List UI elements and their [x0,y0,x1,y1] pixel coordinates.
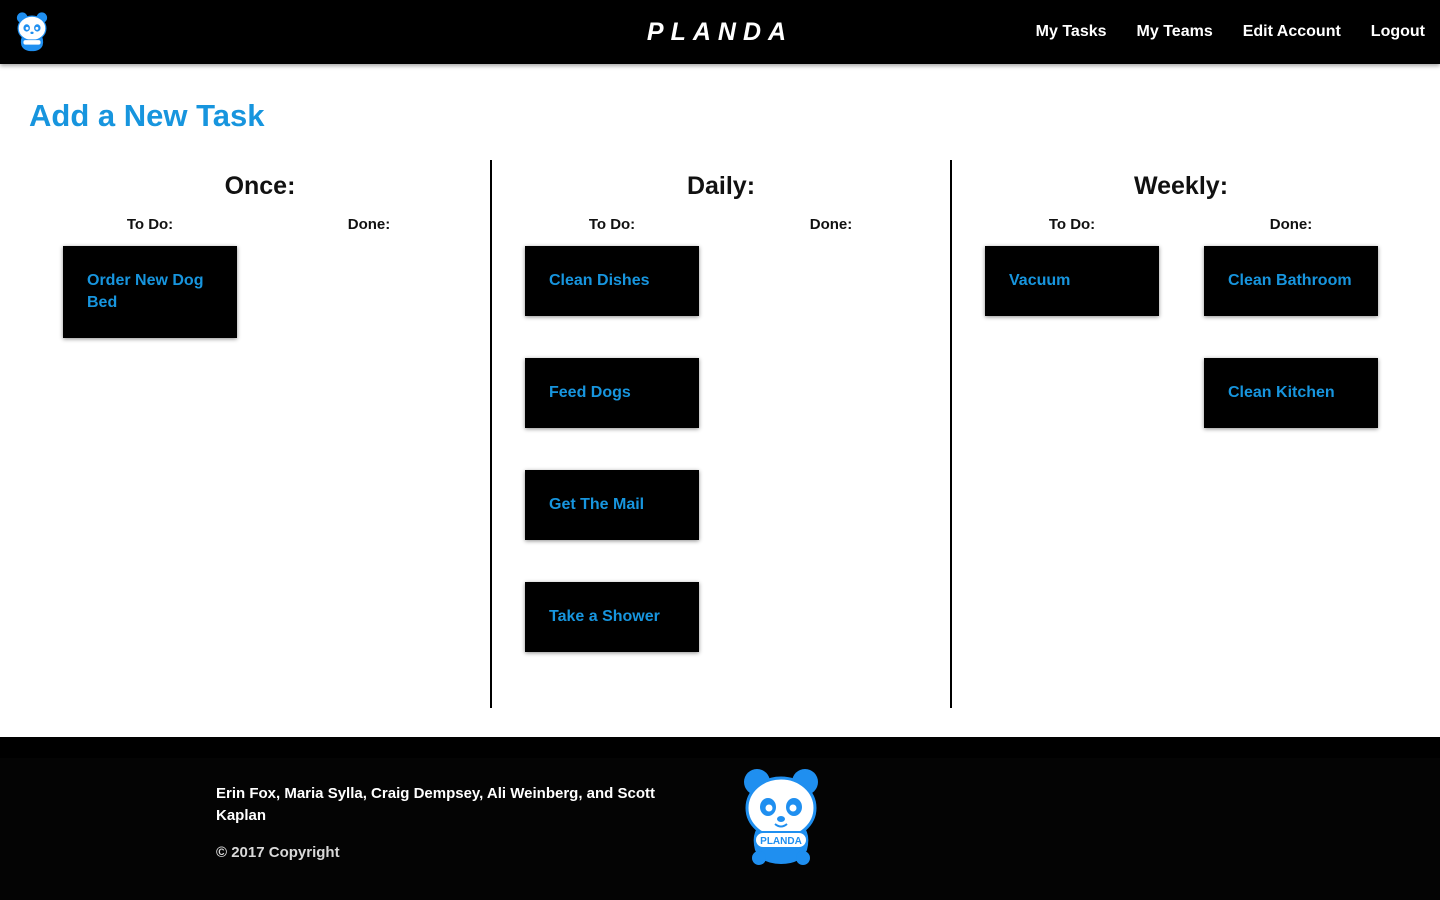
done-label: Done: [1269,216,1313,233]
task-card[interactable]: Clean Kitchen [1204,358,1378,428]
nav-my-teams[interactable]: My Teams [1137,20,1213,44]
column-weekly: Weekly: To Do: Done: Vacuum Clean Bathro… [950,160,1410,708]
column-title: Weekly: [1133,172,1229,200]
task-card[interactable]: Feed Dogs [525,358,699,428]
done-label: Done: [347,216,391,233]
footer-panel [0,758,1440,900]
nav-logout[interactable]: Logout [1371,20,1425,44]
panda-logo-label: PLANDA [760,836,802,847]
panda-logo-icon: PLANDA [744,769,818,865]
done-label: Done: [809,216,853,233]
task-card[interactable]: Clean Bathroom [1204,246,1378,316]
todo-label: To Do: [588,216,636,233]
footer: Erin Fox, Maria Sylla, Craig Dempsey, Al… [0,737,1440,900]
column-title: Daily: [686,172,756,200]
add-new-task-link[interactable]: Add a New Task [29,96,264,136]
footer-copyright: © 2017 Copyright [216,844,340,861]
task-card[interactable]: Get The Mail [525,470,699,540]
task-columns: Once: To Do: Done: Order New Dog Bed Dai… [30,160,1410,708]
task-card[interactable]: Take a Shower [525,582,699,652]
column-title: Once: [224,172,296,200]
todo-label: To Do: [1048,216,1096,233]
todo-list: Order New Dog Bed [63,246,237,338]
task-card[interactable]: Clean Dishes [525,246,699,316]
done-list: Clean Bathroom Clean Kitchen [1204,246,1378,428]
todo-list: Clean Dishes Feed Dogs Get The Mail Take… [525,246,699,652]
todo-list: Vacuum [985,246,1159,316]
nav-edit-account[interactable]: Edit Account [1243,20,1341,44]
column-daily: Daily: To Do: Done: Clean Dishes Feed Do… [490,160,950,708]
nav-links: My Tasks My Teams Edit Account Logout [1036,20,1425,44]
task-card[interactable]: Order New Dog Bed [63,246,237,338]
top-navbar: PLANDA My Tasks My Teams Edit Account Lo… [0,0,1440,64]
footer-credits: Erin Fox, Maria Sylla, Craig Dempsey, Al… [216,785,655,824]
todo-label: To Do: [126,216,174,233]
panda-icon[interactable] [14,12,50,52]
column-once: Once: To Do: Done: Order New Dog Bed [30,160,490,708]
task-card[interactable]: Vacuum [985,246,1159,316]
nav-my-tasks[interactable]: My Tasks [1036,20,1107,44]
